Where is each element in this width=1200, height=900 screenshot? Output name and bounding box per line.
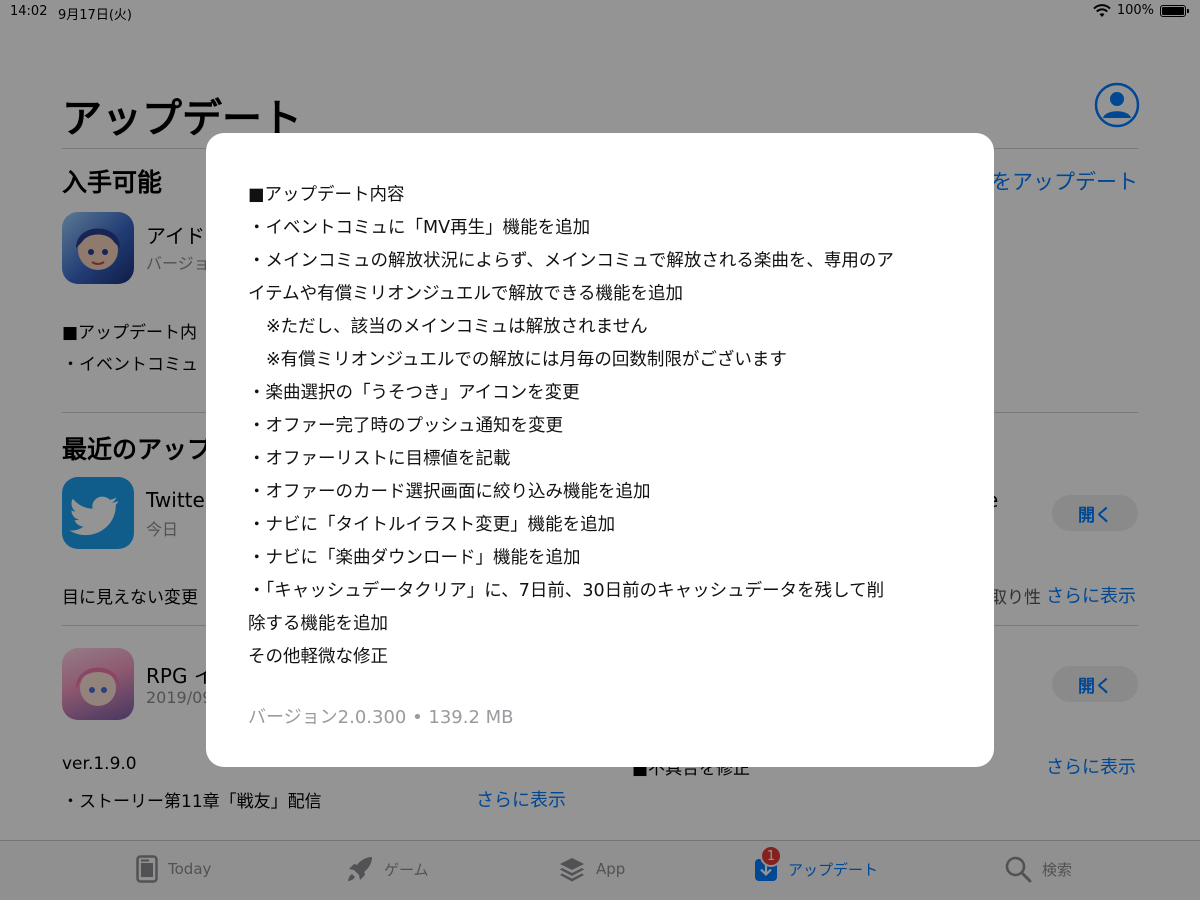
release-note-line: ■アップデート内容	[248, 185, 405, 205]
release-note-line: ・メインコミュの解放状況によらず、メインコミュで解放される楽曲を、専用のア	[248, 251, 894, 271]
release-note-line: ※有償ミリオンジュエルでの解放には月毎の回数制限がございます	[266, 350, 787, 370]
release-note-line: ・ナビに「タイトルイラスト変更」機能を追加	[248, 515, 616, 535]
version-size-info: バージョン2.0.300 • 139.2 MB	[248, 707, 514, 728]
release-note-line: イテムや有償ミリオンジュエルで解放できる機能を追加	[248, 284, 684, 304]
app-store-screen: 14:02 9月17日(火) 100% アップデート 入手可能 をアップデート	[0, 0, 1200, 900]
release-note-line: ・「キャッシュデータクリア」に、7日前、30日前のキャッシュデータを残して削	[248, 581, 885, 601]
release-note-line: ・オファー完了時のプッシュ通知を変更	[248, 416, 563, 436]
release-note-line: ・ナビに「楽曲ダウンロード」機能を追加	[248, 548, 581, 568]
release-note-line: ・楽曲選択の「うそつき」アイコンを変更	[248, 383, 580, 403]
release-note-line: ・オファーのカード選択画面に絞り込み機能を追加	[248, 482, 651, 502]
release-note-line: 除する機能を追加	[248, 614, 388, 634]
release-note-line: ※ただし、該当のメインコミュは解放されません	[266, 317, 648, 337]
release-note-line: その他軽微な修正	[248, 647, 388, 667]
release-note-line: ・オファーリストに目標値を記載	[248, 449, 511, 469]
release-notes-list: ■アップデート内容 ・イベントコミュに「MV再生」機能を追加 ・メインコミュの解…	[248, 179, 954, 674]
release-note-line: ・イベントコミュに「MV再生」機能を追加	[248, 218, 591, 238]
release-notes-modal: ■アップデート内容 ・イベントコミュに「MV再生」機能を追加 ・メインコミュの解…	[206, 133, 994, 767]
